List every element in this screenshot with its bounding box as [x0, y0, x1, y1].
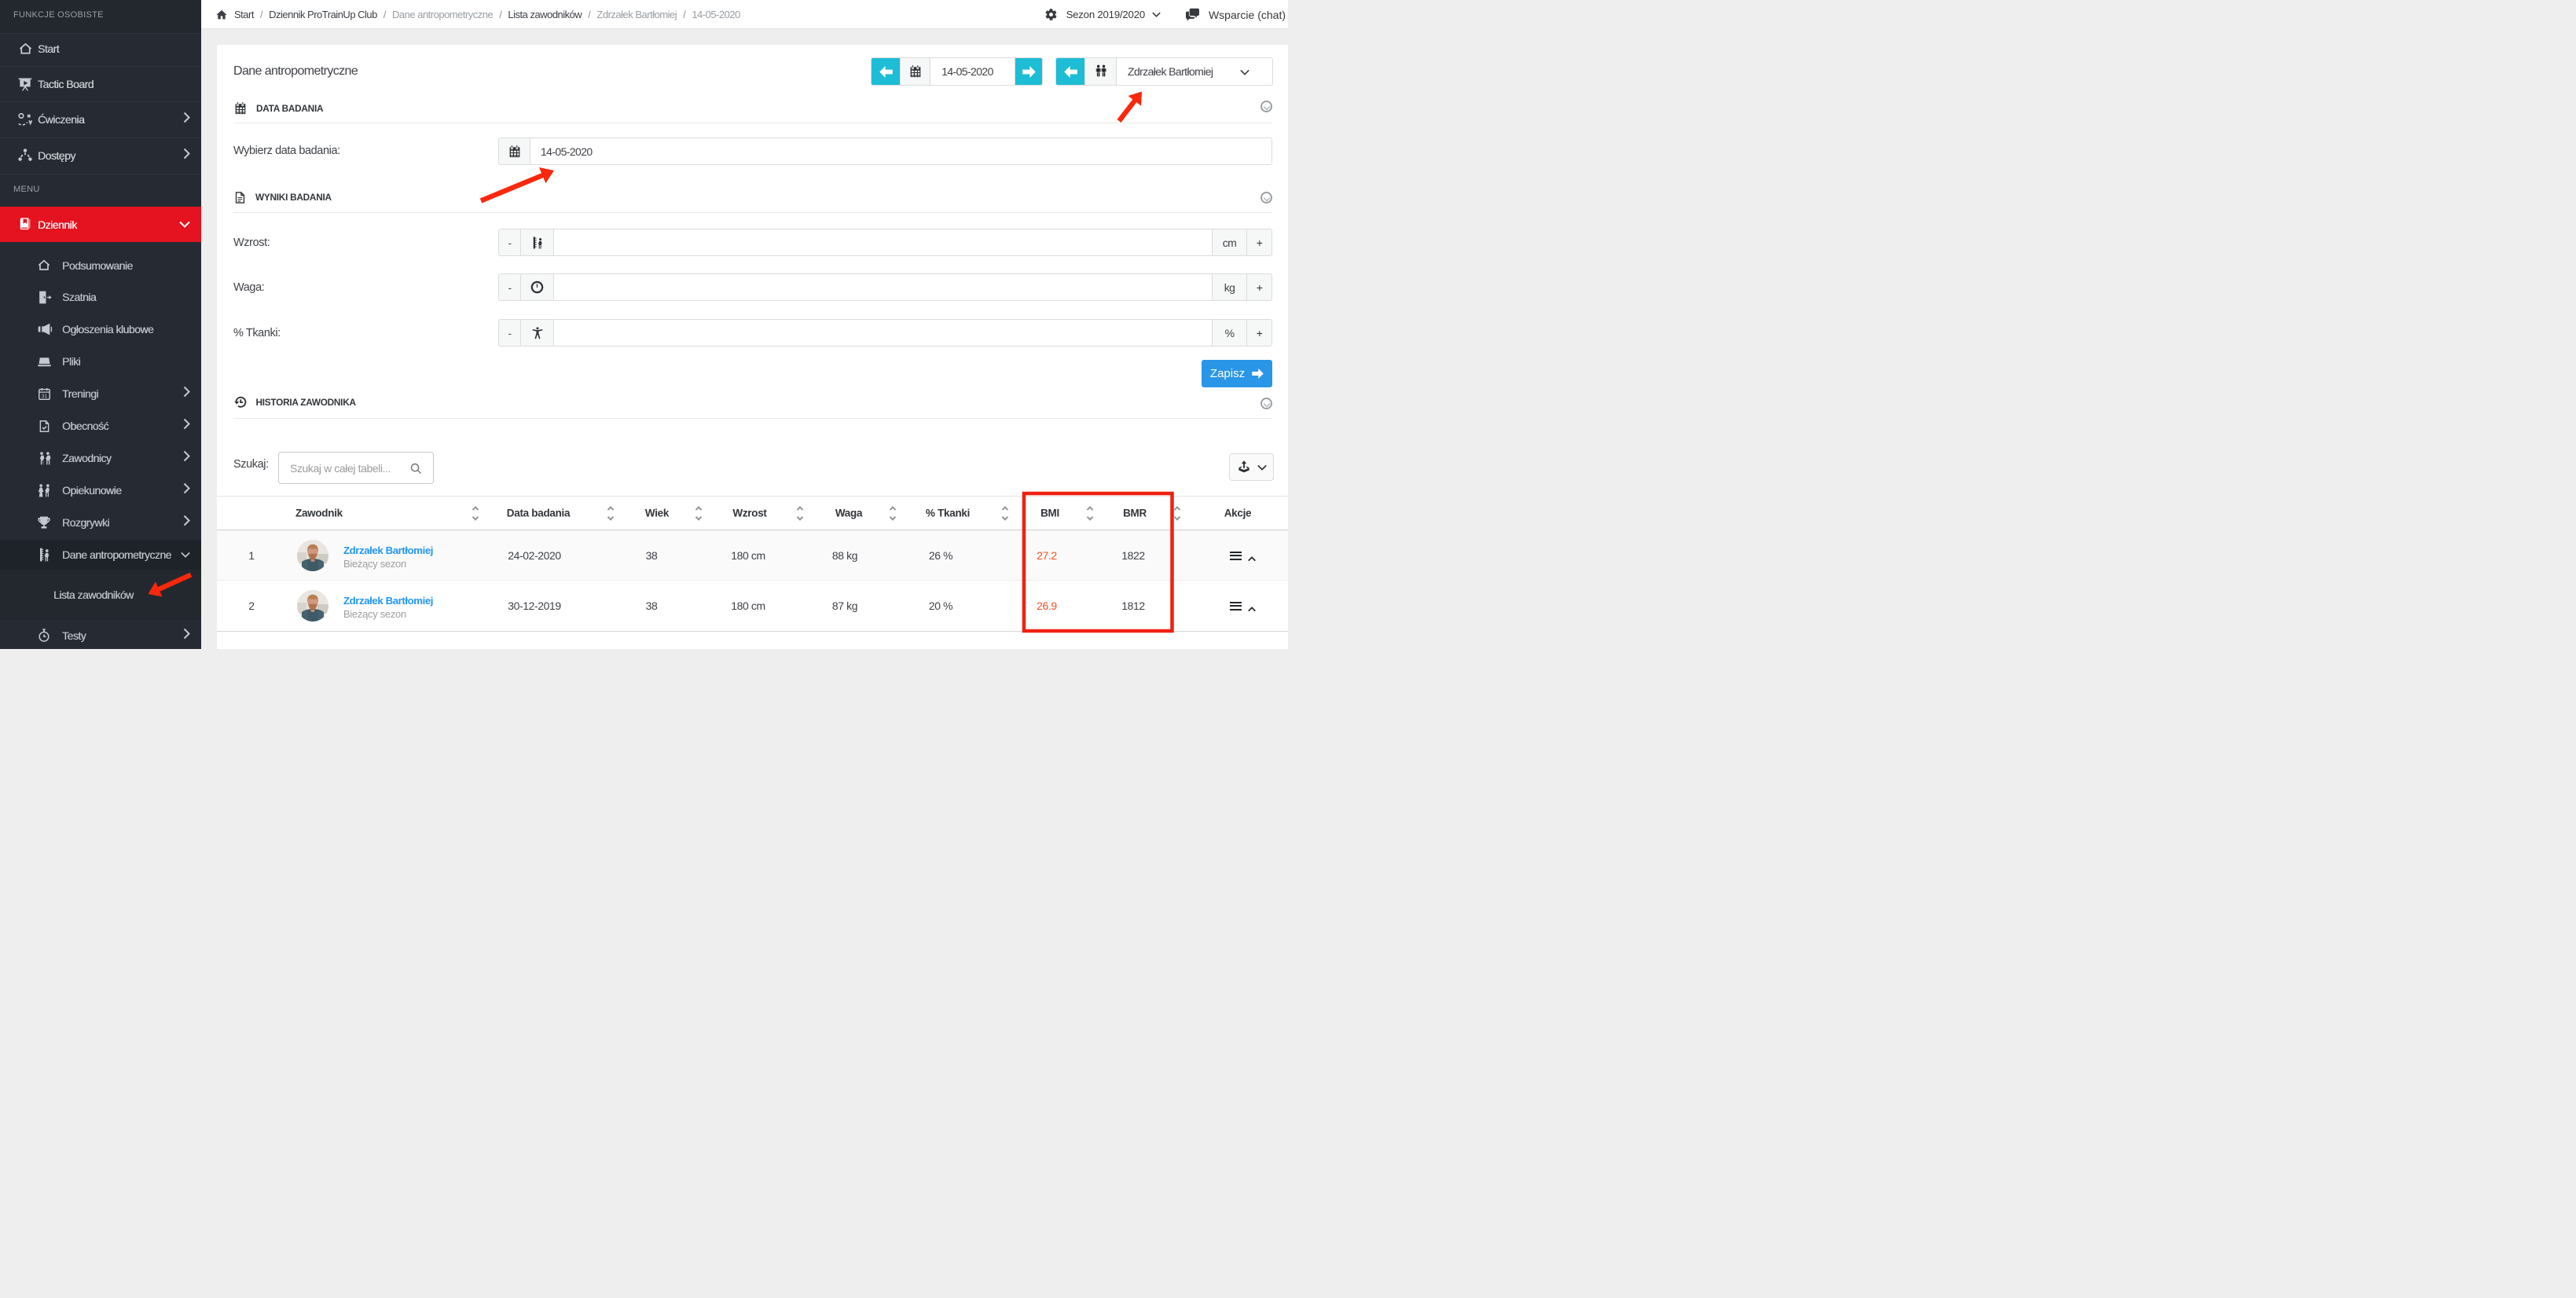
- svg-text:31: 31: [41, 393, 47, 398]
